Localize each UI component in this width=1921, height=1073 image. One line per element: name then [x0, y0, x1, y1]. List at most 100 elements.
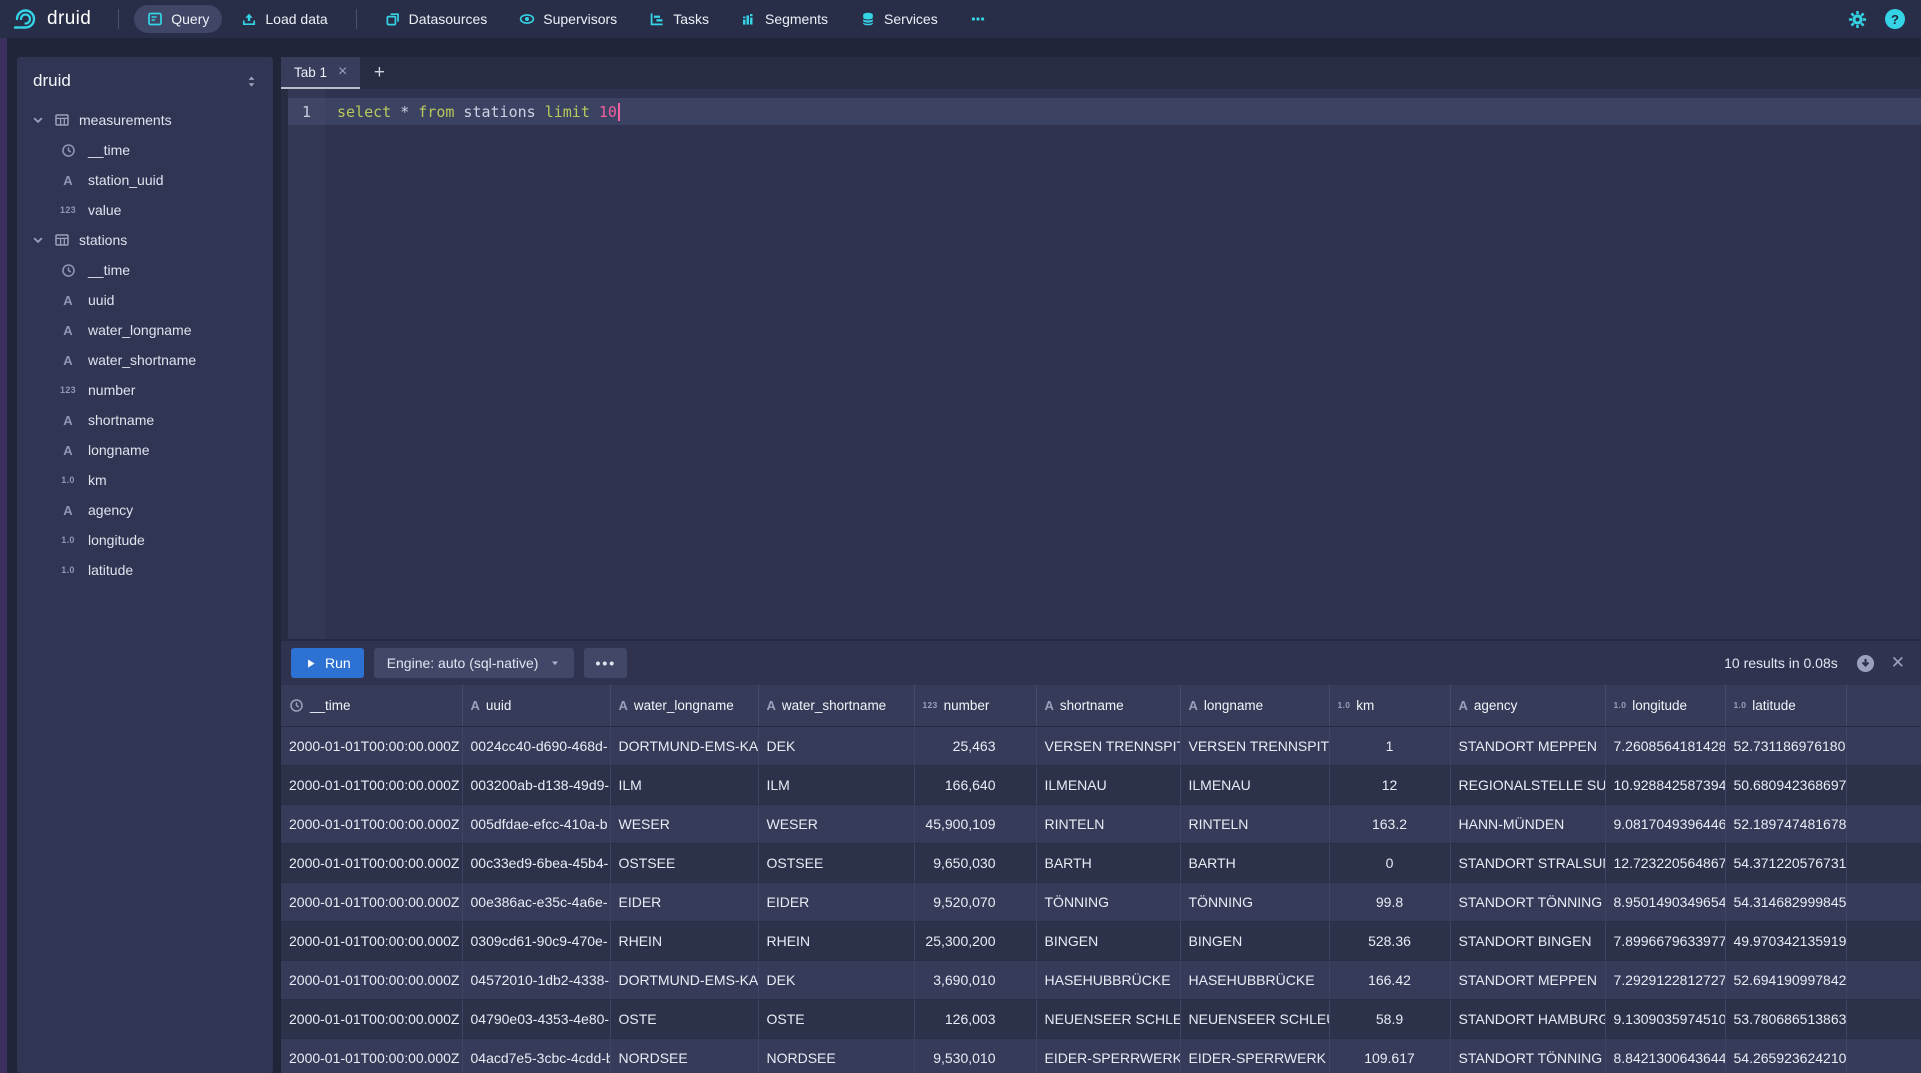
cell-longname[interactable]: RINTELN — [1180, 804, 1329, 843]
cell-uuid[interactable]: 00e386ac-e35c-4a6e- — [462, 882, 610, 921]
cell-latitude[interactable]: 49.970342135919 — [1725, 921, 1846, 960]
cell--time[interactable]: 2000-01-01T00:00:00.000Z — [281, 843, 462, 882]
tree-column-longitude[interactable]: 1.0longitude — [17, 525, 273, 555]
cell-longitude[interactable]: 7.8996679633977 — [1605, 921, 1725, 960]
cell-latitude[interactable]: 54.314682999845 — [1725, 882, 1846, 921]
cell-number[interactable]: 3,690,010 — [914, 960, 1036, 999]
cell-shortname[interactable]: RINTELN — [1036, 804, 1180, 843]
cell-agency[interactable]: REGIONALSTELLE SUH — [1450, 765, 1605, 804]
cell--time[interactable]: 2000-01-01T00:00:00.000Z — [281, 804, 462, 843]
cell-agency[interactable]: STANDORT TÖNNING — [1450, 882, 1605, 921]
cell-water-shortname[interactable]: DEK — [758, 960, 914, 999]
cell-latitude[interactable]: 54.371220576731 — [1725, 843, 1846, 882]
cell-water-longname[interactable]: ILM — [610, 765, 758, 804]
sql-editor[interactable]: 1 select * from stations limit 10 — [281, 89, 1921, 639]
cell-water-longname[interactable]: RHEIN — [610, 921, 758, 960]
column-header-uuid[interactable]: Auuid — [462, 685, 610, 726]
cell-longitude[interactable]: 8.8421300643644 — [1605, 1038, 1725, 1073]
column-header-water-longname[interactable]: Awater_longname — [610, 685, 758, 726]
column-header-water-shortname[interactable]: Awater_shortname — [758, 685, 914, 726]
engine-select[interactable]: Engine: auto (sql-native) — [374, 648, 575, 678]
tree-table-measurements[interactable]: measurements — [17, 105, 273, 135]
cell-number[interactable]: 45,900,109 — [914, 804, 1036, 843]
cell--time[interactable]: 2000-01-01T00:00:00.000Z — [281, 882, 462, 921]
column-header-longitude[interactable]: 1.0longitude — [1605, 685, 1725, 726]
cell-uuid[interactable]: 04790e03-4353-4e80- — [462, 999, 610, 1038]
cell-water-longname[interactable]: OSTE — [610, 999, 758, 1038]
cell-longname[interactable]: TÖNNING — [1180, 882, 1329, 921]
tree-column--time[interactable]: __time — [17, 135, 273, 165]
cell--time[interactable]: 2000-01-01T00:00:00.000Z — [281, 921, 462, 960]
cell-agency[interactable]: STANDORT MEPPEN — [1450, 726, 1605, 765]
cell-water-shortname[interactable]: OSTSEE — [758, 843, 914, 882]
cell-water-shortname[interactable]: WESER — [758, 804, 914, 843]
cell--time[interactable]: 2000-01-01T00:00:00.000Z — [281, 999, 462, 1038]
cell-shortname[interactable]: BINGEN — [1036, 921, 1180, 960]
table-row[interactable]: 2000-01-01T00:00:00.000Z00e386ac-e35c-4a… — [281, 882, 1921, 921]
cell-longname[interactable]: NEUENSEER SCHLEUS — [1180, 999, 1329, 1038]
cell-number[interactable]: 25,463 — [914, 726, 1036, 765]
column-header--time[interactable]: __time — [281, 685, 462, 726]
cell-latitude[interactable]: 52.731186976180 — [1725, 726, 1846, 765]
chevron-down-icon[interactable] — [31, 113, 45, 127]
cell-water-longname[interactable]: DORTMUND-EMS-KANAL — [610, 726, 758, 765]
gear-icon[interactable] — [1848, 10, 1867, 29]
cell-latitude[interactable]: 52.189747481678 — [1725, 804, 1846, 843]
cell-water-shortname[interactable]: DEK — [758, 726, 914, 765]
cell-agency[interactable]: STANDORT MEPPEN — [1450, 960, 1605, 999]
tree-column-uuid[interactable]: Auuid — [17, 285, 273, 315]
nav-item-datasources[interactable]: Datasources — [372, 5, 501, 33]
column-header-longname[interactable]: Alongname — [1180, 685, 1329, 726]
cell-km[interactable]: 166.42 — [1329, 960, 1450, 999]
query-more-button[interactable]: ••• — [584, 648, 627, 678]
cell-shortname[interactable]: EIDER-SPERRWERK AP — [1036, 1038, 1180, 1073]
cell--time[interactable]: 2000-01-01T00:00:00.000Z — [281, 960, 462, 999]
cell-water-longname[interactable]: DORTMUND-EMS-KANAL — [610, 960, 758, 999]
cell-longname[interactable]: HASEHUBBRÜCKE — [1180, 960, 1329, 999]
cell-shortname[interactable]: BARTH — [1036, 843, 1180, 882]
tree-table-stations[interactable]: stations — [17, 225, 273, 255]
cell-uuid[interactable]: 0024cc40-d690-468d- — [462, 726, 610, 765]
cell-water-shortname[interactable]: ILM — [758, 765, 914, 804]
cell-latitude[interactable]: 50.680942368697 — [1725, 765, 1846, 804]
cell-longitude[interactable]: 12.723220564867 — [1605, 843, 1725, 882]
cell-km[interactable]: 1 — [1329, 726, 1450, 765]
cell-longitude[interactable]: 8.9501490349654 — [1605, 882, 1725, 921]
tree-column-longname[interactable]: Alongname — [17, 435, 273, 465]
cell-number[interactable]: 9,530,010 — [914, 1038, 1036, 1073]
cell-water-longname[interactable]: OSTSEE — [610, 843, 758, 882]
table-row[interactable]: 2000-01-01T00:00:00.000Z04572010-1db2-43… — [281, 960, 1921, 999]
column-header-shortname[interactable]: Ashortname — [1036, 685, 1180, 726]
cell-number[interactable]: 25,300,200 — [914, 921, 1036, 960]
cell-agency[interactable]: STANDORT STRALSUN — [1450, 843, 1605, 882]
cell-latitude[interactable]: 52.694190997842 — [1725, 960, 1846, 999]
cell-number[interactable]: 9,520,070 — [914, 882, 1036, 921]
cell-uuid[interactable]: 04acd7e5-3cbc-4cdd-b — [462, 1038, 610, 1073]
cell-number[interactable]: 126,003 — [914, 999, 1036, 1038]
cell-longname[interactable]: VERSEN TRENNSPITZE — [1180, 726, 1329, 765]
cell-water-shortname[interactable]: NORDSEE — [758, 1038, 914, 1073]
table-row[interactable]: 2000-01-01T00:00:00.000Z00c33ed9-6bea-45… — [281, 843, 1921, 882]
nav-item-more[interactable] — [957, 5, 999, 33]
tree-column-water-longname[interactable]: Awater_longname — [17, 315, 273, 345]
cell-latitude[interactable]: 53.780686513863 — [1725, 999, 1846, 1038]
tree-column-water-shortname[interactable]: Awater_shortname — [17, 345, 273, 375]
cell-agency[interactable]: STANDORT TÖNNING — [1450, 1038, 1605, 1073]
cell-longname[interactable]: BINGEN — [1180, 921, 1329, 960]
cell-uuid[interactable]: 00c33ed9-6bea-45b4- — [462, 843, 610, 882]
help-icon[interactable]: ? — [1885, 9, 1905, 29]
nav-item-load-data[interactable]: Load data — [228, 5, 340, 33]
column-header-latitude[interactable]: 1.0latitude — [1725, 685, 1846, 726]
tree-column-station-uuid[interactable]: Astation_uuid — [17, 165, 273, 195]
cell-km[interactable]: 12 — [1329, 765, 1450, 804]
nav-item-services[interactable]: Services — [847, 5, 951, 33]
druid-logo[interactable]: druid — [12, 6, 91, 32]
cell-number[interactable]: 166,640 — [914, 765, 1036, 804]
tree-column-shortname[interactable]: Ashortname — [17, 405, 273, 435]
cell-longname[interactable]: ILMENAU — [1180, 765, 1329, 804]
cell-km[interactable]: 163.2 — [1329, 804, 1450, 843]
cell--time[interactable]: 2000-01-01T00:00:00.000Z — [281, 765, 462, 804]
cell--time[interactable]: 2000-01-01T00:00:00.000Z — [281, 726, 462, 765]
cell-km[interactable]: 0 — [1329, 843, 1450, 882]
cell-longname[interactable]: BARTH — [1180, 843, 1329, 882]
